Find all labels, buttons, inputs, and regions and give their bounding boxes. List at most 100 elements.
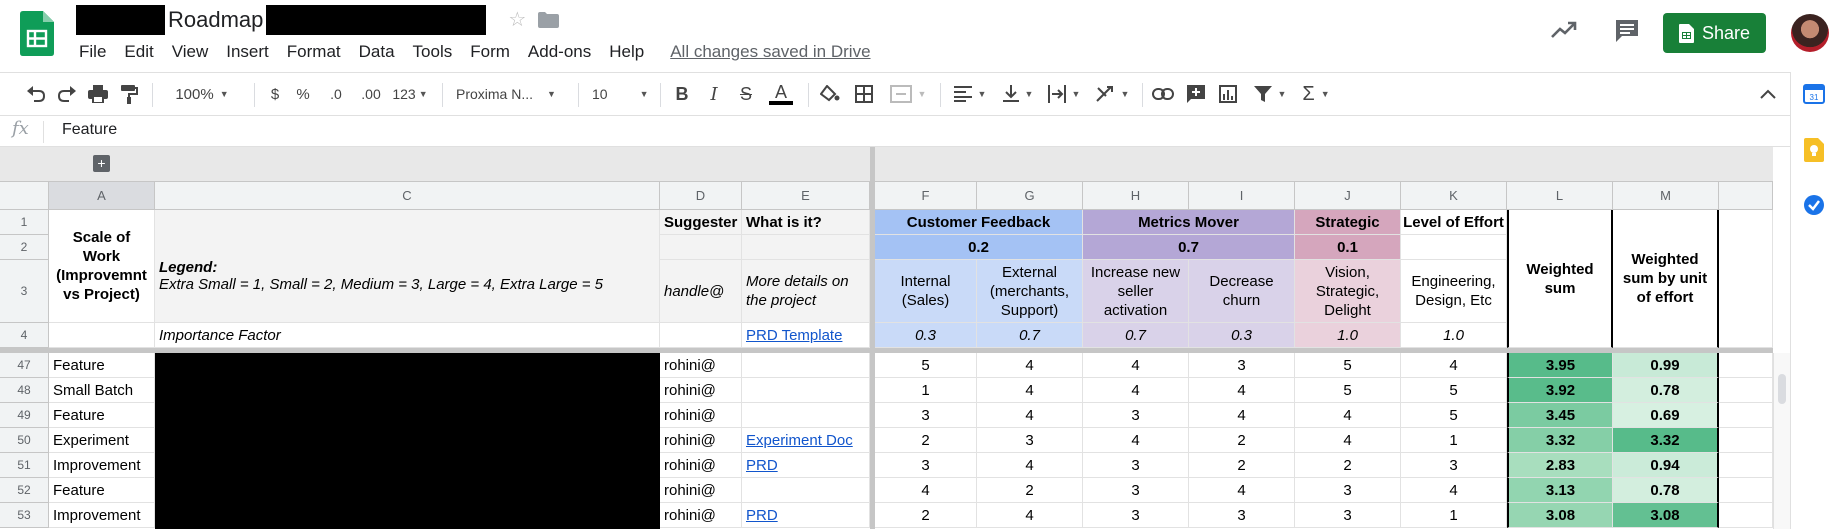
what-is-it-cell[interactable] <box>742 478 870 503</box>
sheets-logo-icon[interactable] <box>20 11 54 56</box>
redo-icon[interactable] <box>55 81 79 107</box>
bold-icon[interactable]: B <box>670 81 694 107</box>
churn-score-cell[interactable]: 4 <box>1189 403 1295 428</box>
factor-external[interactable]: 0.7 <box>977 323 1083 348</box>
what-is-it-cell[interactable] <box>742 378 870 403</box>
row-header[interactable]: 48 <box>0 378 49 403</box>
weighted-sum-effort-cell[interactable]: 0.99 <box>1613 353 1719 378</box>
column-header-a[interactable]: A <box>49 182 155 210</box>
increase-activation-header[interactable]: Increase new seller activation <box>1083 260 1189 323</box>
factor-churn[interactable]: 0.3 <box>1189 323 1295 348</box>
insert-link-icon[interactable] <box>1150 81 1176 107</box>
importance-suggester-blank[interactable] <box>660 323 742 348</box>
collapse-menu-icon[interactable] <box>1756 81 1780 107</box>
strategic-score-cell[interactable]: 3 <box>1295 478 1401 503</box>
factor-strategic[interactable]: 1.0 <box>1295 323 1401 348</box>
what-is-it-header[interactable]: What is it? <box>742 210 870 235</box>
row-header[interactable]: 3 <box>0 260 49 323</box>
effort-score-cell[interactable]: 5 <box>1401 378 1507 403</box>
scale-cell[interactable]: Improvement <box>49 453 155 478</box>
suggester-cell[interactable]: rohini@ <box>660 403 742 428</box>
internal-score-cell[interactable]: 3 <box>875 453 977 478</box>
paint-format-icon[interactable] <box>117 81 141 107</box>
what-is-it-cell[interactable]: Experiment Doc <box>742 428 870 453</box>
currency-format-button[interactable]: $ <box>264 81 286 107</box>
what-is-it-cell[interactable]: PRD <box>742 503 870 528</box>
scale-cell[interactable]: Feature <box>49 478 155 503</box>
save-status-link[interactable]: All changes saved in Drive <box>670 42 870 62</box>
decrease-churn-header[interactable]: Decrease churn <box>1189 260 1295 323</box>
internal-score-cell[interactable]: 1 <box>875 378 977 403</box>
comment-icon[interactable] <box>1614 18 1640 44</box>
strategic-header[interactable]: Strategic <box>1295 210 1401 235</box>
row-header[interactable]: 4 <box>0 323 49 348</box>
factor-internal[interactable]: 0.3 <box>875 323 977 348</box>
merge-cells-icon[interactable]: ▼ <box>886 81 930 107</box>
churn-score-cell[interactable]: 2 <box>1189 428 1295 453</box>
external-score-cell[interactable]: 3 <box>977 428 1083 453</box>
importance-blank[interactable] <box>49 323 155 348</box>
factor-effort[interactable]: 1.0 <box>1401 323 1507 348</box>
folder-icon[interactable] <box>538 12 560 28</box>
weighted-sum-effort-header[interactable]: Weighted sum by unit of effort <box>1613 210 1719 348</box>
internal-score-cell[interactable]: 4 <box>875 478 977 503</box>
column-header-c[interactable]: C <box>155 182 660 210</box>
menu-addons[interactable]: Add-ons <box>528 42 591 62</box>
percent-format-button[interactable]: % <box>292 81 314 107</box>
what-is-it-cell[interactable] <box>742 403 870 428</box>
prd-template-link[interactable]: PRD Template <box>742 323 870 348</box>
strategic-score-cell[interactable]: 4 <box>1295 428 1401 453</box>
churn-score-cell[interactable]: 4 <box>1189 478 1295 503</box>
column-header-k[interactable]: K <box>1401 182 1507 210</box>
strategic-score-cell[interactable]: 5 <box>1295 378 1401 403</box>
column-header-empty[interactable] <box>1719 182 1773 210</box>
column-header-i[interactable]: I <box>1189 182 1295 210</box>
row-header[interactable]: 49 <box>0 403 49 428</box>
churn-score-cell[interactable]: 3 <box>1189 503 1295 528</box>
row-header[interactable]: 50 <box>0 428 49 453</box>
activity-trend-icon[interactable] <box>1551 20 1577 40</box>
scale-cell[interactable]: Feature <box>49 403 155 428</box>
print-icon[interactable] <box>86 81 110 107</box>
formula-input[interactable]: Feature <box>62 121 117 139</box>
insert-comment-icon[interactable] <box>1184 81 1208 107</box>
metrics-mover-header[interactable]: Metrics Mover <box>1083 210 1295 235</box>
tasks-icon[interactable] <box>1803 194 1825 216</box>
calendar-icon[interactable]: 31 <box>1803 82 1825 104</box>
font-family-select[interactable]: Proxima N... ▼ <box>452 81 572 107</box>
row-header[interactable]: 51 <box>0 453 49 478</box>
decrease-decimal-button[interactable]: .0 <box>322 81 350 107</box>
weighted-sum-cell[interactable]: 2.83 <box>1507 453 1613 478</box>
level-of-effort-header[interactable]: Level of Effort <box>1401 210 1507 235</box>
empty-cell[interactable] <box>1719 428 1773 453</box>
internal-score-cell[interactable]: 3 <box>875 403 977 428</box>
column-header-d[interactable]: D <box>660 182 742 210</box>
internal-score-cell[interactable]: 2 <box>875 428 977 453</box>
row-header[interactable]: 47 <box>0 353 49 378</box>
undo-icon[interactable] <box>24 81 48 107</box>
select-all-corner[interactable] <box>0 182 49 210</box>
fill-color-icon[interactable] <box>818 81 842 107</box>
column-header-h[interactable]: H <box>1083 182 1189 210</box>
internal-sales-header[interactable]: Internal (Sales) <box>875 260 977 323</box>
text-color-icon[interactable]: A <box>766 81 796 107</box>
weighted-sum-cell[interactable]: 3.95 <box>1507 353 1613 378</box>
internal-score-cell[interactable]: 2 <box>875 503 977 528</box>
vertical-align-icon[interactable]: ▼ <box>998 81 1038 107</box>
scrollbar-thumb[interactable] <box>1778 374 1786 404</box>
functions-icon[interactable]: Σ ▼ <box>1298 81 1334 107</box>
text-wrapping-icon[interactable]: ▼ <box>1044 81 1084 107</box>
weighted-sum-effort-cell[interactable]: 0.78 <box>1613 378 1719 403</box>
effort-score-cell[interactable]: 1 <box>1401 428 1507 453</box>
suggester-hint[interactable]: handle@ <box>660 260 742 323</box>
weighted-sum-cell[interactable]: 3.32 <box>1507 428 1613 453</box>
borders-icon[interactable] <box>852 81 876 107</box>
horizontal-align-icon[interactable]: ▼ <box>950 81 990 107</box>
what-is-it-blank[interactable] <box>742 235 870 260</box>
external-score-cell[interactable]: 4 <box>977 378 1083 403</box>
weighted-sum-effort-cell[interactable]: 0.69 <box>1613 403 1719 428</box>
suggester-cell[interactable]: rohini@ <box>660 503 742 528</box>
suggester-header[interactable]: Suggester <box>660 210 742 235</box>
menu-edit[interactable]: Edit <box>124 42 153 62</box>
external-score-cell[interactable]: 4 <box>977 403 1083 428</box>
